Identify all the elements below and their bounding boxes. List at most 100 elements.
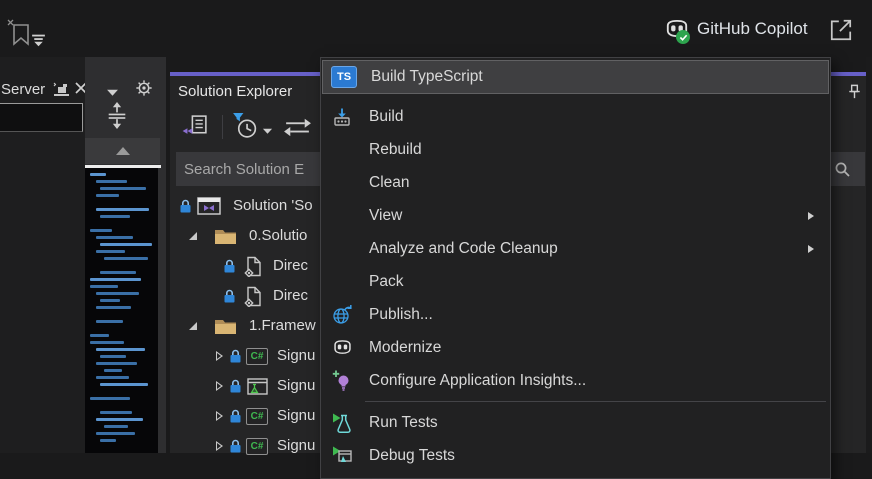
tree-expander-expanded-icon[interactable] (186, 311, 200, 341)
publish-globe-icon (332, 304, 353, 325)
search-icon[interactable] (834, 161, 851, 178)
menu-item-label: Configure Application Insights... (369, 372, 586, 390)
menu-item-debug-tests[interactable]: Debug Tests (321, 439, 830, 472)
menu-item-publish[interactable]: Publish... (321, 298, 830, 331)
tree-item-label: Signu (277, 377, 315, 394)
test-project-icon (247, 378, 268, 395)
menu-item-label: Run Tests (369, 414, 438, 432)
lock-icon (178, 191, 192, 221)
menu-item-label: Clean (369, 174, 410, 192)
minimap-line (96, 306, 131, 309)
minimap-line (100, 439, 116, 442)
tree-expander-collapsed-icon[interactable] (212, 431, 226, 461)
filter-dropdown-chevron-icon[interactable] (262, 122, 273, 140)
build-icon (332, 107, 352, 127)
menu-item-label: Modernize (369, 339, 441, 357)
folder-icon-cell (212, 221, 238, 251)
main-toolbar: GitHub Copilot (0, 0, 872, 57)
menu-item-build-typescript[interactable]: TS Build TypeScript (322, 60, 829, 94)
lock-icon (228, 431, 242, 461)
lock-icon (229, 439, 242, 454)
panel-right-edge (866, 57, 872, 453)
submenu-arrow-icon (808, 245, 814, 253)
publish-icon (329, 304, 355, 325)
lock-icon (229, 409, 242, 424)
minimap[interactable] (85, 168, 158, 453)
switch-views-icon[interactable] (182, 113, 209, 145)
menu-item-label: View (369, 207, 402, 225)
copilot-icon (329, 337, 355, 358)
lock-icon (228, 371, 242, 401)
csharp-project-icon-cell: C# (244, 431, 270, 461)
minimap-line (104, 257, 148, 260)
run-tests-icon (329, 412, 355, 434)
server-panel-field[interactable] (0, 103, 83, 132)
props-file-icon (244, 256, 263, 277)
minimap-line (96, 362, 137, 365)
tree-expander-collapsed-icon[interactable] (212, 371, 226, 401)
minimap-line (90, 229, 112, 232)
tree-item-label: Direc (273, 257, 308, 274)
pending-filter-icon[interactable] (232, 112, 259, 145)
minimap-line (96, 432, 135, 435)
minimap-line (100, 271, 136, 274)
tool-window-icon[interactable] (52, 81, 71, 103)
menu-item-build[interactable]: Build (321, 100, 830, 133)
tree-expander-collapsed-icon[interactable] (212, 341, 226, 371)
scroll-up-icon[interactable] (85, 138, 160, 164)
lock-icon (222, 281, 236, 311)
minimap-line (96, 320, 123, 323)
menu-item-label: Build (369, 108, 403, 126)
tree-expander-collapsed-icon[interactable] (212, 401, 226, 431)
gear-icon[interactable] (135, 79, 153, 102)
menu-item-view[interactable]: View (321, 199, 830, 232)
minimap-line (96, 180, 127, 183)
minimap-line (100, 187, 146, 190)
menu-item-clean[interactable]: Clean (321, 166, 830, 199)
menu-item-label: Publish... (369, 306, 433, 324)
props-file-icon-cell (240, 281, 266, 311)
copilot-status-label[interactable]: GitHub Copilot (697, 19, 808, 39)
share-icon[interactable] (828, 17, 854, 43)
minimap-line (104, 369, 122, 372)
menu-item-pack[interactable]: Pack (321, 265, 830, 298)
csharp-project-icon: C# (246, 438, 268, 455)
minimap-line (96, 194, 119, 197)
tree-item-label: 0.Solutio (249, 227, 307, 244)
build-icon (329, 107, 355, 127)
typescript-icon: TS (331, 66, 357, 88)
tree-expander-expanded-icon[interactable] (186, 221, 200, 251)
props-file-icon-cell (240, 251, 266, 281)
tree-item-label: Solution 'So (233, 197, 313, 214)
minimap-line (90, 341, 124, 344)
menu-separator (365, 401, 826, 402)
menu-item-analyze-and-code-cleanup[interactable]: Analyze and Code Cleanup (321, 232, 830, 265)
solution-icon (197, 196, 221, 216)
minimap-line (100, 355, 126, 358)
menu-item-run-tests[interactable]: Run Tests (321, 406, 830, 439)
minimap-line (90, 285, 118, 288)
lock-icon (179, 199, 192, 214)
sync-icon[interactable] (282, 117, 313, 143)
minimap-line (100, 215, 130, 218)
minimap-line (90, 173, 106, 176)
folder-icon (214, 317, 237, 336)
lock-icon (228, 341, 242, 371)
splitter-icon[interactable] (105, 102, 129, 134)
menu-item-rebuild[interactable]: Rebuild (321, 133, 830, 166)
pin-icon[interactable] (846, 83, 863, 106)
minimap-line (100, 243, 152, 246)
menu-item-label: Debug Tests (369, 447, 455, 465)
toolbar-overflow-icon[interactable] (30, 33, 48, 49)
minimap-line (96, 250, 125, 253)
csharp-project-icon-cell: C# (244, 401, 270, 431)
minimap-line (96, 208, 149, 211)
dropdown-chevron-icon[interactable] (106, 84, 119, 102)
server-tool-window: Server (0, 57, 85, 453)
solution-explorer-title: Solution Explorer (178, 83, 292, 100)
minimap-line (96, 418, 143, 421)
menu-item-configure-application-insights[interactable]: Configure Application Insights... (321, 364, 830, 397)
menu-item-modernize[interactable]: Modernize (321, 331, 830, 364)
copilot-check-badge-icon (676, 30, 690, 44)
menu-item-label: Build TypeScript (371, 68, 483, 86)
